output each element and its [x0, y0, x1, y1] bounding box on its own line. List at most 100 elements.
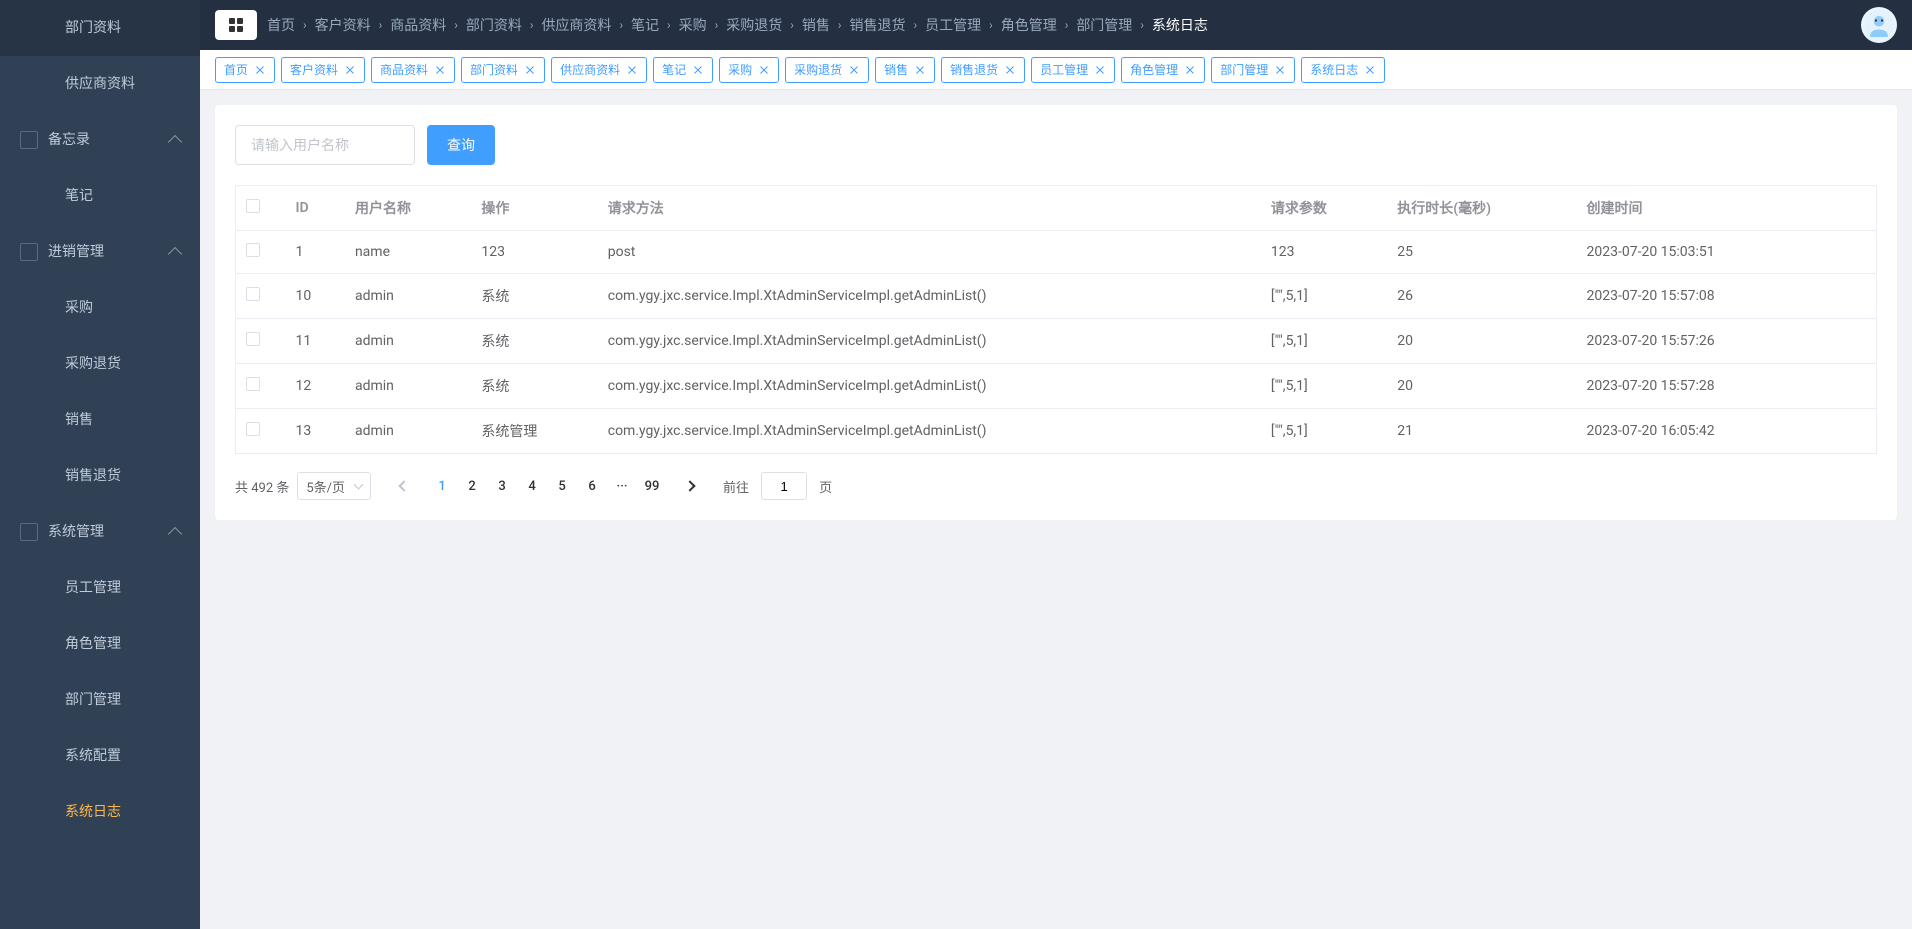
sidebar-group-label: 系统管理 — [48, 504, 104, 560]
close-icon[interactable] — [1094, 64, 1106, 76]
page-number[interactable]: 1 — [427, 472, 457, 500]
cell-params: ["",5,1] — [1261, 319, 1387, 364]
tab[interactable]: 销售退货 — [941, 57, 1025, 83]
prev-page-button[interactable] — [389, 472, 419, 500]
sidebar-item-role[interactable]: 角色管理 — [0, 616, 200, 672]
username-input[interactable] — [235, 125, 415, 165]
cell-id: 12 — [286, 364, 345, 409]
close-icon[interactable] — [524, 64, 536, 76]
sidebar-item-syslog[interactable]: 系统日志 — [0, 784, 200, 840]
tab[interactable]: 员工管理 — [1031, 57, 1115, 83]
breadcrumb-item[interactable]: 采购 — [679, 15, 707, 35]
table-row: 11 admin 系统 com.ygy.jxc.service.Impl.XtA… — [236, 319, 1877, 364]
table-row: 13 admin 系统管理 com.ygy.jxc.service.Impl.X… — [236, 409, 1877, 454]
tab[interactable]: 部门资料 — [461, 57, 545, 83]
tab-label: 部门管理 — [1220, 58, 1268, 82]
breadcrumb-item[interactable]: 部门资料 — [466, 15, 522, 35]
close-icon[interactable] — [848, 64, 860, 76]
page-ellipsis[interactable]: ··· — [607, 472, 637, 500]
tab[interactable]: 系统日志 — [1301, 57, 1385, 83]
page-number[interactable]: 3 — [487, 472, 517, 500]
sidebar-item-config[interactable]: 系统配置 — [0, 728, 200, 784]
close-icon[interactable] — [1364, 64, 1376, 76]
home-button[interactable] — [215, 10, 257, 40]
avatar[interactable] — [1861, 7, 1897, 43]
close-icon[interactable] — [692, 64, 704, 76]
sidebar-item-dept-mgmt[interactable]: 部门管理 — [0, 672, 200, 728]
close-icon[interactable] — [344, 64, 356, 76]
breadcrumb-item[interactable]: 供应商资料 — [541, 15, 611, 35]
sidebar-item-sales[interactable]: 销售 — [0, 392, 200, 448]
close-icon[interactable] — [1004, 64, 1016, 76]
sidebar-item-label: 员工管理 — [65, 580, 121, 596]
page-number[interactable]: 99 — [637, 472, 667, 500]
close-icon[interactable] — [626, 64, 638, 76]
sidebar-item-supplier-data[interactable]: 供应商资料 — [0, 56, 200, 112]
row-checkbox[interactable] — [246, 243, 260, 257]
page-number[interactable]: 2 — [457, 472, 487, 500]
search-button[interactable]: 查询 — [427, 125, 495, 165]
breadcrumb-item[interactable]: 笔记 — [631, 15, 659, 35]
sidebar-group-memo[interactable]: 备忘录 — [0, 112, 200, 168]
sidebar-item-purchase[interactable]: 采购 — [0, 280, 200, 336]
goto-page-input[interactable] — [761, 472, 807, 500]
tab[interactable]: 采购 — [719, 57, 779, 83]
sidebar-group-inventory[interactable]: 进销管理 — [0, 224, 200, 280]
close-icon[interactable] — [758, 64, 770, 76]
row-checkbox[interactable] — [246, 422, 260, 436]
tab[interactable]: 部门管理 — [1211, 57, 1295, 83]
cell-created: 2023-07-20 15:57:26 — [1577, 319, 1877, 364]
breadcrumb-item[interactable]: 系统日志 — [1152, 15, 1208, 35]
tab[interactable]: 笔记 — [653, 57, 713, 83]
breadcrumb-item[interactable]: 首页 — [267, 15, 295, 35]
close-icon[interactable] — [254, 64, 266, 76]
sidebar-item-note[interactable]: 笔记 — [0, 168, 200, 224]
page-size-select[interactable]: 5条/页 — [297, 472, 371, 500]
close-icon[interactable] — [1184, 64, 1196, 76]
tab-label: 客户资料 — [290, 58, 338, 82]
tab-label: 部门资料 — [470, 58, 518, 82]
tab[interactable]: 销售 — [875, 57, 935, 83]
breadcrumb-item[interactable]: 商品资料 — [390, 15, 446, 35]
breadcrumb: 首页›客户资料›商品资料›部门资料›供应商资料›笔记›采购›采购退货›销售›销售… — [267, 15, 1861, 35]
tab[interactable]: 供应商资料 — [551, 57, 647, 83]
breadcrumb-item[interactable]: 角色管理 — [1001, 15, 1057, 35]
close-icon[interactable] — [434, 64, 446, 76]
tabs-bar: 首页客户资料 商品资料部门资料 供应商资料笔记采购采购退货销售销售退货员工管理角色管… — [200, 50, 1912, 90]
page-number[interactable]: 4 — [517, 472, 547, 500]
breadcrumb-item[interactable]: 销售退货 — [849, 15, 905, 35]
table-row: 1 name 123 post 123 25 2023-07-20 15:03:… — [236, 231, 1877, 274]
close-icon[interactable] — [1274, 64, 1286, 76]
log-table: ID 用户名称 操作 请求方法 请求参数 执行时长(毫秒) 创建时间 1 nam… — [235, 185, 1877, 454]
sidebar-item-label: 采购退货 — [65, 356, 121, 372]
tab[interactable]: 客户资料 — [281, 57, 365, 83]
breadcrumb-item[interactable]: 员工管理 — [925, 15, 981, 35]
sidebar-item-purchase-return[interactable]: 采购退货 — [0, 336, 200, 392]
page-number[interactable]: 6 — [577, 472, 607, 500]
breadcrumb-separator: › — [667, 18, 671, 32]
tab[interactable]: 商品资料 — [371, 57, 455, 83]
total-count: 共 492 条 — [235, 477, 289, 496]
tab[interactable]: 首页 — [215, 57, 275, 83]
sidebar-item-sales-return[interactable]: 销售退货 — [0, 448, 200, 504]
breadcrumb-item[interactable]: 销售 — [802, 15, 830, 35]
breadcrumb-item[interactable]: 采购退货 — [726, 15, 782, 35]
breadcrumb-item[interactable]: 部门管理 — [1076, 15, 1132, 35]
sidebar-item-label: 销售退货 — [65, 468, 121, 484]
cell-username: admin — [345, 274, 471, 319]
sidebar-group-system[interactable]: 系统管理 — [0, 504, 200, 560]
sidebar-item-staff[interactable]: 员工管理 — [0, 560, 200, 616]
row-checkbox[interactable] — [246, 287, 260, 301]
breadcrumb-separator: › — [379, 18, 383, 32]
tab[interactable]: 角色管理 — [1121, 57, 1205, 83]
sidebar-item-dept-data[interactable]: 部门资料 — [0, 0, 200, 56]
row-checkbox[interactable] — [246, 377, 260, 391]
select-all-checkbox[interactable] — [246, 199, 260, 213]
close-icon[interactable] — [914, 64, 926, 76]
tab[interactable]: 采购退货 — [785, 57, 869, 83]
next-page-button[interactable] — [675, 472, 705, 500]
row-checkbox[interactable] — [246, 332, 260, 346]
breadcrumb-item[interactable]: 客户资料 — [315, 15, 371, 35]
page-number[interactable]: 5 — [547, 472, 577, 500]
cell-created: 2023-07-20 15:57:08 — [1577, 274, 1877, 319]
